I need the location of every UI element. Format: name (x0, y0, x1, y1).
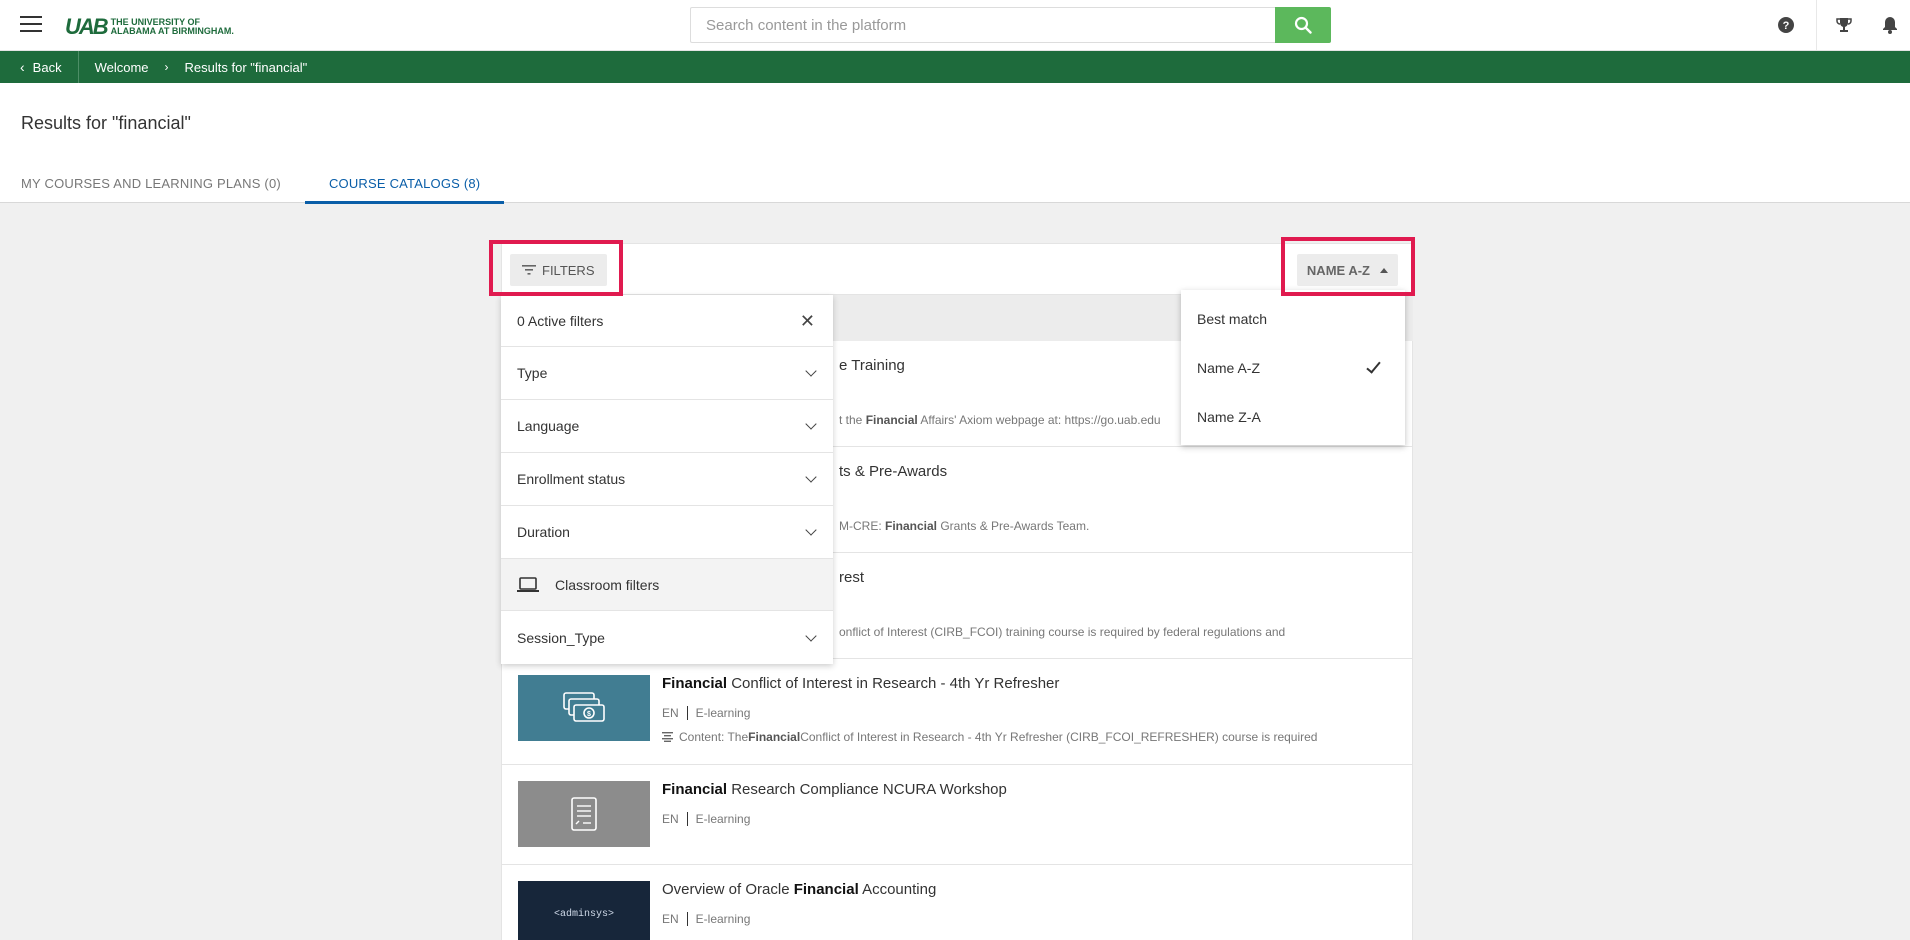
filter-panel-header: 0 Active filters ✕ (501, 295, 833, 347)
sort-option-label: Name Z-A (1197, 408, 1261, 425)
trophy-icon (1835, 18, 1852, 32)
back-label: Back (32, 59, 62, 75)
item-desc-partial: t the Financial Affairs' Axiom webpage a… (839, 413, 1161, 427)
search-button[interactable] (1275, 7, 1331, 43)
catalog-toolbar: Filters Name A-Z (501, 243, 1413, 295)
tab-my-courses[interactable]: My courses and learning plans (0) (0, 163, 305, 203)
item-desc-partial: M-CRE: Financial Grants & Pre-Awards Tea… (839, 519, 1090, 533)
bell-icon (1883, 17, 1897, 34)
item-type: E-learning (695, 812, 751, 826)
sort-option-label: Best match (1197, 310, 1268, 327)
item-title-partial: ts & Pre-Awards (839, 463, 948, 480)
course-thumbnail: $ (518, 675, 650, 741)
logo-line-2: Alabama at Birmingham. (110, 26, 234, 36)
item-language: EN (662, 706, 679, 720)
notifications-button[interactable] (1870, 0, 1910, 50)
item-title-partial: rest (839, 569, 865, 586)
tab-bar: My courses and learning plans (0) Course… (0, 163, 505, 204)
list-item[interactable]: $ Financial Conflict of Interest in Rese… (502, 659, 1412, 765)
laptop-icon (517, 576, 539, 592)
sort-option-name-za[interactable]: Name Z-A (1181, 392, 1405, 441)
filter-session-type[interactable]: Session_Type (501, 611, 833, 664)
item-type: E-learning (695, 706, 751, 720)
item-language: EN (662, 812, 679, 826)
close-icon[interactable]: ✕ (800, 312, 815, 330)
filter-type-label: Type (517, 365, 548, 381)
item-title[interactable]: Financial Research Compliance NCURA Work… (662, 781, 1007, 798)
document-icon (571, 797, 597, 831)
logo-text: The University of Alabama at Birmingham. (111, 18, 234, 36)
item-language: EN (662, 912, 679, 926)
sort-label: Name A-Z (1306, 262, 1370, 278)
svg-text:?: ? (1783, 20, 1790, 32)
filters-button[interactable]: Filters (510, 254, 607, 286)
logo[interactable]: UAB The University of Alabama at Birming… (65, 14, 234, 40)
help-button[interactable]: ? (1756, 0, 1816, 50)
text-align-icon (662, 732, 673, 742)
logo-mark: UAB (65, 14, 109, 39)
filter-type[interactable]: Type (501, 347, 833, 400)
item-title[interactable]: Financial Conflict of Interest in Resear… (662, 675, 1059, 692)
list-item[interactable]: Financial Research Compliance NCURA Work… (502, 765, 1412, 865)
breadcrumb-welcome[interactable]: Welcome (95, 60, 149, 75)
filters-label: Filters (542, 262, 595, 278)
active-filters-count: 0 Active filters (517, 312, 604, 329)
filter-panel: 0 Active filters ✕ Type Language Enrollm… (501, 295, 833, 664)
top-header: UAB The University of Alabama at Birming… (0, 0, 1910, 51)
filter-session-label: Session_Type (517, 629, 605, 646)
list-item[interactable]: <adminsys> Overview of Oracle Financial … (502, 865, 1412, 940)
item-desc-partial: onflict of Interest (CIRB_FCOI) training… (839, 625, 1286, 639)
chevron-down-icon (805, 365, 817, 377)
filter-icon (522, 265, 536, 275)
help-icon: ? (1778, 17, 1794, 33)
chevron-left-icon: ‹ (20, 59, 25, 75)
divider (686, 912, 688, 926)
filter-duration[interactable]: Duration (501, 506, 833, 559)
search-icon (1294, 16, 1312, 34)
achievements-button[interactable] (1816, 0, 1870, 50)
course-thumbnail (518, 781, 650, 847)
item-title-partial: e Training (839, 357, 905, 374)
header-actions: ? (1756, 0, 1910, 50)
divider (686, 706, 688, 720)
page-header: Results for "financial" My courses and l… (0, 83, 1910, 204)
back-button[interactable]: ‹ Back (0, 51, 79, 83)
item-meta: EN E-learning (662, 912, 750, 926)
search-bar (690, 7, 1331, 43)
item-meta: EN E-learning (662, 706, 750, 720)
filter-duration-label: Duration (517, 524, 570, 540)
check-icon (1366, 357, 1381, 374)
breadcrumb-current: Results for "financial" (184, 59, 308, 75)
item-title[interactable]: Overview of Oracle Financial Accounting (662, 881, 936, 898)
filter-enrollment-status[interactable]: Enrollment status (501, 453, 833, 506)
sort-option-label: Name A-Z (1197, 359, 1261, 376)
item-type: E-learning (695, 912, 751, 926)
chevron-down-icon (805, 418, 817, 430)
chevron-right-icon: › (164, 60, 169, 74)
classroom-filters[interactable]: Classroom filters (501, 559, 833, 611)
search-input[interactable] (690, 7, 1275, 43)
tab-course-catalogs[interactable]: Course catalogs (8) (304, 163, 505, 204)
filter-language-label: Language (517, 418, 580, 434)
breadcrumb: ‹ Back Welcome › Results for "financial" (0, 51, 1910, 83)
filter-language[interactable]: Language (501, 400, 833, 453)
chevron-down-icon (805, 629, 817, 642)
sort-option-best-match[interactable]: Best match (1181, 294, 1405, 343)
caret-up-icon (1380, 267, 1388, 273)
sort-button[interactable]: Name A-Z (1296, 254, 1398, 286)
sort-option-name-az[interactable]: Name A-Z (1181, 343, 1405, 392)
page-title: Results for "financial" (21, 113, 191, 133)
filter-enrollment-label: Enrollment status (517, 471, 626, 487)
chevron-down-icon (805, 524, 817, 536)
divider (686, 812, 688, 826)
sort-menu: Best match Name A-Z Name Z-A (1181, 290, 1405, 445)
item-meta: EN E-learning (662, 812, 750, 826)
menu-icon[interactable] (20, 16, 42, 34)
item-description: Content: The Financial Conflict of Inter… (662, 730, 1317, 744)
svg-text:$: $ (587, 711, 591, 718)
chevron-down-icon (805, 471, 817, 483)
money-icon: $ (563, 692, 605, 722)
classroom-filters-label: Classroom filters (555, 576, 660, 593)
course-thumbnail: <adminsys> (518, 881, 650, 940)
